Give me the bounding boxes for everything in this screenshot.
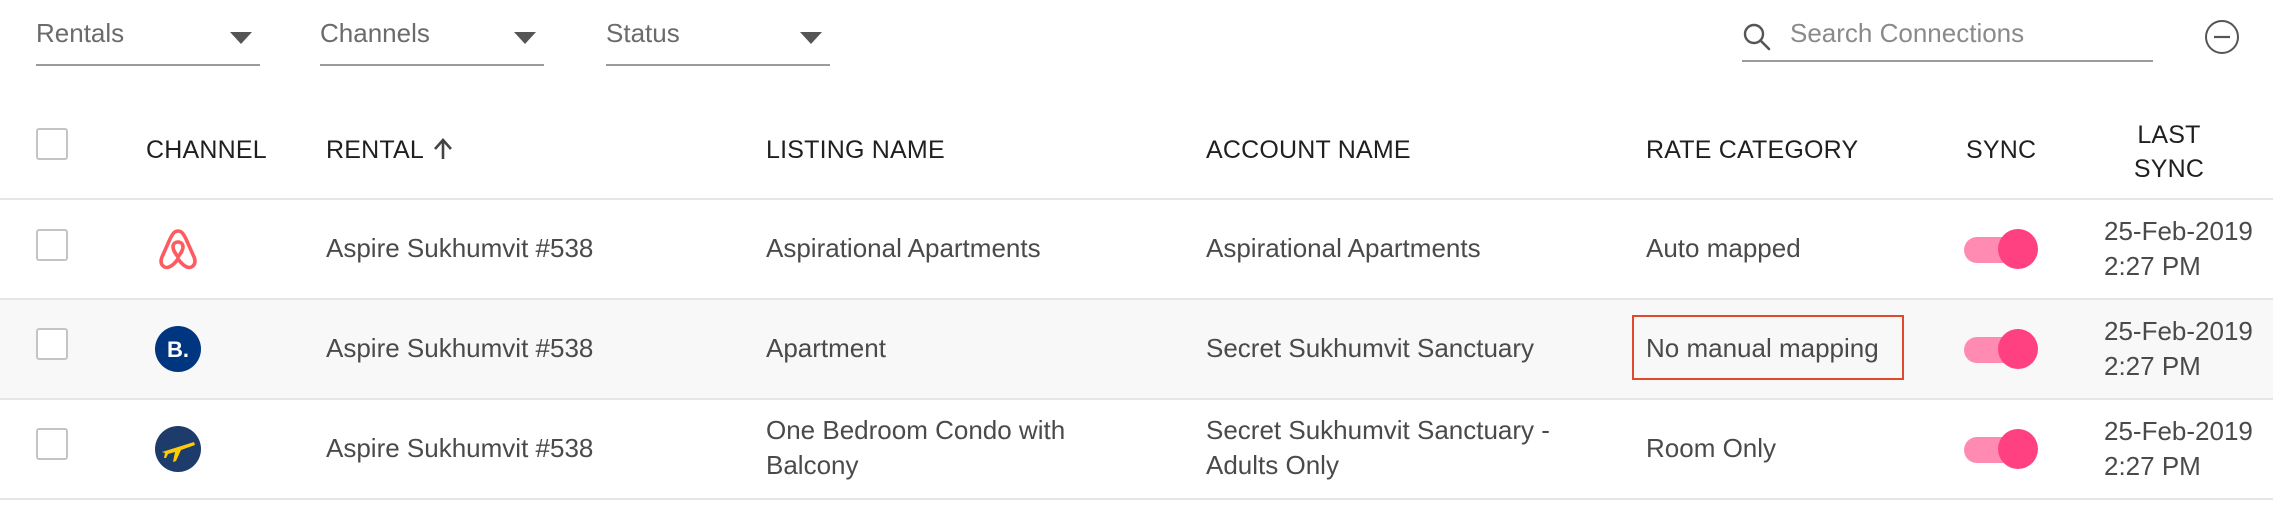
chevron-down-icon (230, 32, 252, 44)
listing-name-cell: Aspirational Apartments (766, 233, 1041, 263)
rate-category-highlight (1632, 315, 1904, 380)
table-row: Aspire Sukhumvit #538 Aspirational Apart… (0, 200, 2273, 298)
column-header-sync[interactable]: SYNC (1966, 136, 2036, 165)
rate-category-cell[interactable]: Auto mapped (1646, 231, 1801, 266)
sort-ascending-icon[interactable] (432, 137, 454, 161)
column-header-last-sync[interactable]: LAST SYNC (2120, 118, 2218, 186)
search-placeholder: Search Connections (1790, 18, 2025, 48)
account-name-line1: Secret Sukhumvit Sanctuary - (1206, 415, 1550, 445)
sync-toggle[interactable] (1964, 325, 2038, 371)
sync-toggle-knob (1998, 229, 2038, 269)
sync-toggle[interactable] (1964, 225, 2038, 271)
sync-toggle-knob (1998, 429, 2038, 469)
status-filter-label: Status (606, 18, 680, 48)
chevron-down-icon (800, 32, 822, 44)
minus-circle-icon (2205, 20, 2239, 54)
collapse-button[interactable] (2204, 19, 2240, 60)
column-header-channel[interactable]: CHANNEL (146, 136, 267, 165)
listing-name-line2: Balcony (766, 450, 859, 480)
last-sync-cell: 25-Feb-2019 2:27 PM (2104, 414, 2253, 484)
account-name-cell: Secret Sukhumvit Sanctuary - Adults Only (1206, 413, 1550, 483)
sync-toggle-knob (1998, 329, 2038, 369)
account-name-line2: Adults Only (1206, 450, 1339, 480)
rate-category-cell[interactable]: Room Only (1646, 431, 1776, 466)
rentals-filter-label: Rentals (36, 18, 125, 48)
last-sync-time: 2:27 PM (2104, 351, 2201, 381)
row-checkbox[interactable] (36, 328, 68, 360)
account-name-cell: Aspirational Apartments (1206, 233, 1481, 263)
last-sync-date: 25-Feb-2019 (2104, 216, 2253, 246)
row-checkbox[interactable] (36, 428, 68, 460)
booking-com-icon-text: B. (167, 337, 189, 362)
column-header-account-name[interactable]: ACCOUNT NAME (1206, 136, 1411, 165)
channels-filter-label: Channels (320, 18, 430, 48)
last-sync-date: 25-Feb-2019 (2104, 316, 2253, 346)
table-row: B. Aspire Sukhumvit #538 Apartment Secre… (0, 300, 2273, 398)
channels-filter-dropdown[interactable]: Channels (320, 0, 544, 66)
expedia-icon (155, 426, 201, 472)
column-header-listing-name[interactable]: LISTING NAME (766, 136, 945, 165)
listing-name-cell: One Bedroom Condo with Balcony (766, 413, 1065, 483)
last-sync-cell: 25-Feb-2019 2:27 PM (2104, 214, 2253, 284)
chevron-down-icon (514, 32, 536, 44)
search-connections-input[interactable]: Search Connections (1742, 0, 2153, 62)
rental-cell[interactable]: Aspire Sukhumvit #538 (326, 331, 593, 366)
last-sync-time: 2:27 PM (2104, 251, 2201, 281)
column-header-last-sync-line2: SYNC (2133, 155, 2205, 183)
column-header-rental[interactable]: RENTAL (326, 136, 424, 165)
rentals-filter-dropdown[interactable]: Rentals (36, 0, 260, 66)
account-name-cell: Secret Sukhumvit Sanctuary (1206, 333, 1535, 363)
last-sync-cell: 25-Feb-2019 2:27 PM (2104, 314, 2253, 384)
column-header-rate-category[interactable]: RATE CATEGORY (1646, 136, 1858, 165)
booking-com-icon: B. (155, 326, 201, 372)
table-row: Aspire Sukhumvit #538 One Bedroom Condo … (0, 400, 2273, 498)
row-checkbox[interactable] (36, 229, 68, 261)
select-all-checkbox[interactable] (36, 128, 68, 160)
airbnb-icon (159, 229, 197, 270)
status-filter-dropdown[interactable]: Status (606, 0, 830, 66)
rental-cell[interactable]: Aspire Sukhumvit #538 (326, 231, 593, 266)
listing-name-line1: One Bedroom Condo with (766, 415, 1066, 445)
sync-toggle[interactable] (1964, 425, 2038, 471)
row-divider (0, 498, 2273, 500)
listing-name-cell: Apartment (766, 333, 886, 363)
rental-cell[interactable]: Aspire Sukhumvit #538 (326, 431, 593, 466)
last-sync-time: 2:27 PM (2104, 451, 2201, 481)
search-icon (1743, 23, 1771, 51)
column-header-last-sync-line1: LAST (2137, 121, 2201, 149)
last-sync-date: 25-Feb-2019 (2104, 416, 2253, 446)
